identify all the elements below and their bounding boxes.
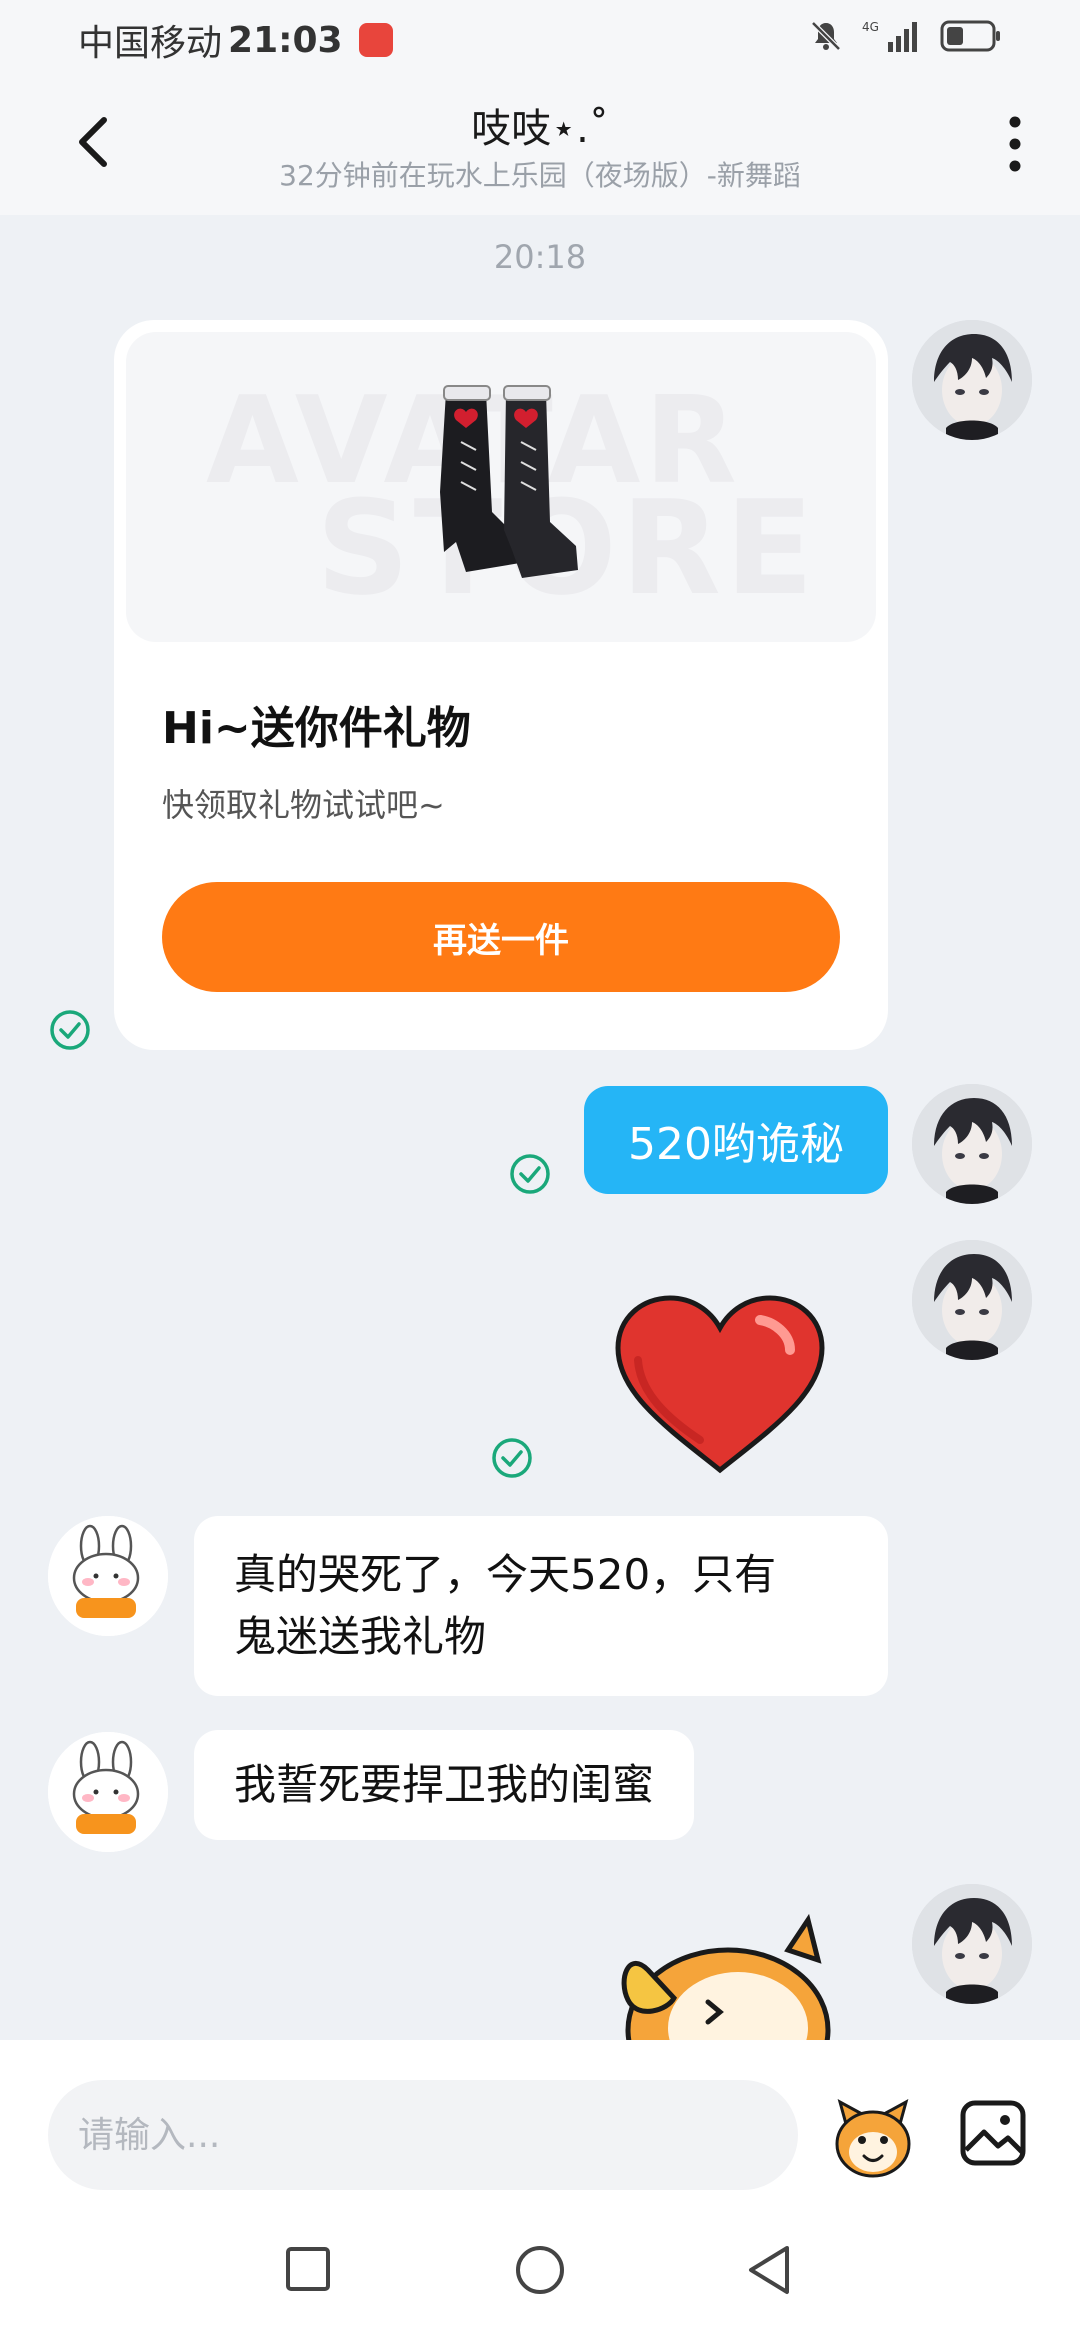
svg-text:4G: 4G [862, 20, 879, 34]
read-check-icon [510, 1154, 550, 1194]
image-picker-icon[interactable] [958, 2098, 1028, 2168]
carrier-label: 中国移动 [78, 23, 223, 64]
received-message-line: 真的哭死了，今天520，只有 [234, 1550, 777, 1599]
received-message-bubble[interactable]: 真的哭死了，今天520，只有 鬼迷送我礼物 [194, 1516, 888, 1696]
chat-header: 吱吱⋆.˚ 32分钟前在玩水上乐园（夜场版）-新舞蹈 [0, 82, 1080, 215]
received-message-bubble[interactable]: 我誓死要捍卫我的闺蜜 [194, 1730, 695, 1840]
muted-bell-icon [811, 21, 841, 51]
anime-boy-avatar-icon [912, 1084, 1032, 1204]
my-avatar[interactable] [912, 1884, 1032, 2004]
my-avatar[interactable] [912, 1240, 1032, 1360]
chat-title[interactable]: 吱吱⋆.˚ [0, 96, 1080, 154]
home-icon[interactable] [514, 2244, 566, 2296]
friend-avatar[interactable] [48, 1516, 168, 1636]
system-back-icon[interactable] [745, 2244, 793, 2296]
read-check-icon [492, 1438, 532, 1478]
my-avatar[interactable] [912, 1084, 1032, 1204]
sticker-emoji-icon[interactable] [828, 2094, 918, 2184]
app-notification-icon [358, 23, 393, 57]
battery-icon [940, 20, 1000, 52]
more-options-icon[interactable] [1000, 112, 1030, 176]
status-time: 21:03 [228, 19, 343, 61]
chat-subtitle: 32分钟前在玩水上乐园（夜场版）-新舞蹈 [279, 159, 801, 192]
anime-boy-avatar-icon [912, 1240, 1032, 1360]
anime-boy-avatar-icon [912, 320, 1032, 440]
heart-sticker-icon[interactable] [610, 1290, 830, 1480]
read-check-icon [50, 1010, 90, 1050]
fox-sticker-icon[interactable] [588, 1910, 848, 2040]
gift-description: 快领取礼物试试吧~ [162, 786, 445, 824]
send-another-gift-button[interactable]: 再送一件 [162, 882, 840, 992]
recent-apps-icon[interactable] [285, 2246, 331, 2292]
gift-card[interactable]: AVATAR STORE Hi~送你件礼物 快领取礼物试试吧~ 再送一件 [114, 320, 888, 1050]
message-input[interactable] [48, 2080, 798, 2190]
received-message-line: 鬼迷送我礼物 [234, 1612, 487, 1661]
top-area: 中国移动 21:03 4G 吱吱⋆.˚ 32分钟前在玩水上乐园（夜场版）-新舞蹈 [0, 0, 1080, 215]
signal-icon: 4G [862, 20, 917, 52]
gift-image: AVATAR STORE [126, 332, 876, 642]
friend-avatar[interactable] [48, 1732, 168, 1852]
boots-gift-icon [440, 385, 578, 578]
system-navigation-bar [0, 2210, 1080, 2340]
message-timestamp: 20:18 [493, 238, 587, 276]
bunny-avatar-icon [48, 1732, 168, 1852]
bunny-avatar-icon [48, 1516, 168, 1636]
status-bar: 中国移动 21:03 4G [0, 0, 1080, 72]
gift-title: Hi~送你件礼物 [162, 703, 471, 754]
sent-message-bubble[interactable]: 520哟诡秘 [584, 1086, 888, 1194]
anime-boy-avatar-icon [912, 1884, 1032, 2004]
my-avatar[interactable] [912, 320, 1032, 440]
